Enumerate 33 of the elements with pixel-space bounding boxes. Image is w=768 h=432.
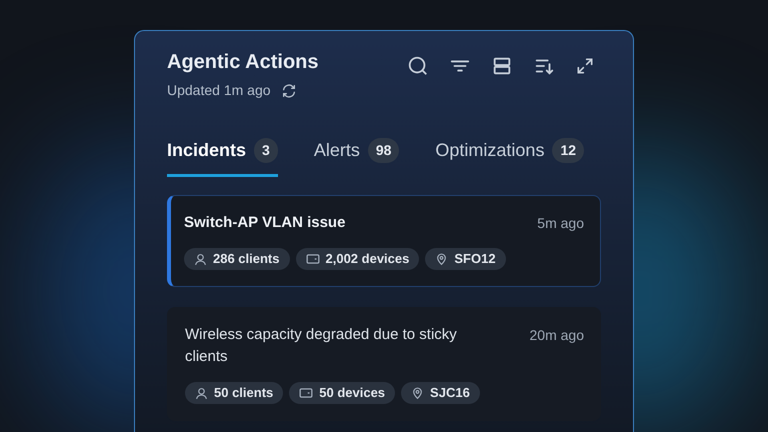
updated-text: Updated 1m ago <box>167 81 271 100</box>
tag-label: 50 clients <box>214 384 274 402</box>
location-pin-icon <box>411 386 424 400</box>
tag-label: SFO12 <box>454 250 496 268</box>
tab[interactable]: Optimizations 12 <box>435 137 584 177</box>
tag-label: SJC16 <box>430 384 470 402</box>
search-icon[interactable] <box>407 55 429 77</box>
location-pin-icon <box>435 252 448 266</box>
rows-icon[interactable] <box>491 55 513 77</box>
person-icon <box>195 386 208 400</box>
tab-label: Incidents <box>167 139 246 162</box>
panel-title: Agentic Actions <box>167 50 318 75</box>
tag-label: 50 devices <box>319 384 386 402</box>
tab[interactable]: Incidents 3 <box>167 137 278 177</box>
tab-label: Alerts <box>314 139 360 162</box>
device-icon <box>299 387 314 399</box>
device-icon <box>306 253 320 265</box>
count-badge: 3 <box>254 138 278 163</box>
tab[interactable]: Alerts 98 <box>314 137 400 177</box>
incident-card[interactable]: Switch-AP VLAN issue 5m ago 286 clients 2,002 devices SFO12 <box>167 195 601 287</box>
refresh-icon[interactable] <box>280 82 297 98</box>
incident-title: Switch-AP VLAN issue <box>184 213 346 233</box>
expand-icon[interactable] <box>575 56 595 76</box>
incident-card[interactable]: Wireless capacity degraded due to sticky clients 20m ago 50 clients 50 devices SJC16 <box>167 307 601 421</box>
tab-label: Optimizations <box>435 139 544 162</box>
incident-time: 5m ago <box>537 214 584 233</box>
tag-label: 2,002 devices <box>326 250 410 268</box>
count-badge: 98 <box>368 138 400 163</box>
count-badge: 12 <box>552 138 584 163</box>
incident-title: Wireless capacity degraded due to sticky clients <box>185 325 458 367</box>
person-icon <box>194 252 207 266</box>
incident-time: 20m ago <box>530 326 584 345</box>
tag-label: 286 clients <box>213 250 280 268</box>
